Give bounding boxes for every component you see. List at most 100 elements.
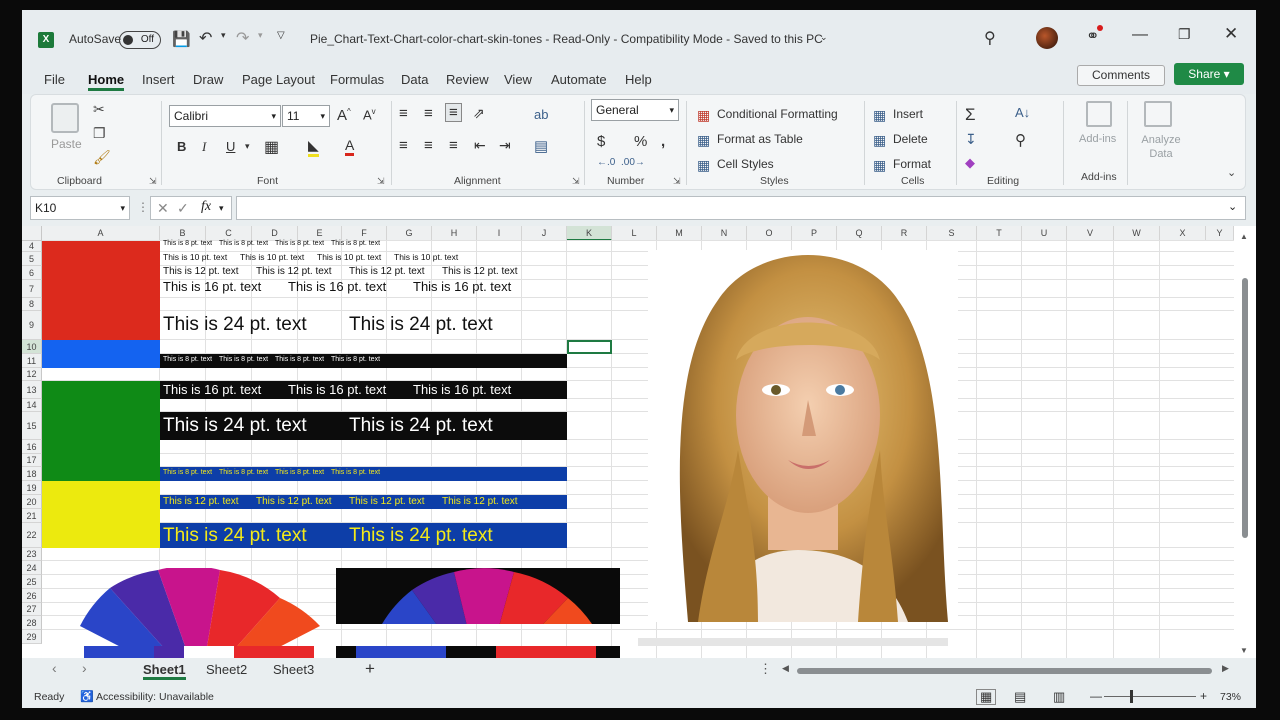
row-header-9[interactable]: 9: [22, 311, 42, 340]
column-header-s[interactable]: S: [927, 226, 977, 241]
zoom-level[interactable]: 73%: [1220, 691, 1241, 703]
menu-draw[interactable]: Draw: [193, 72, 223, 87]
percent-icon[interactable]: %: [634, 133, 647, 150]
search-icon[interactable]: ⚲: [984, 28, 996, 48]
autosum-icon[interactable]: Σ: [965, 105, 976, 125]
top-align-icon[interactable]: ≡: [399, 105, 408, 122]
align-right-icon[interactable]: ≡: [449, 137, 458, 154]
undo-icon[interactable]: ↶: [199, 28, 212, 48]
share-button[interactable]: Share ▾: [1174, 63, 1244, 85]
addins-button[interactable]: Add-ins: [1079, 133, 1116, 145]
insert-function-icon[interactable]: fx: [201, 199, 211, 215]
scroll-left-icon[interactable]: ◀: [782, 663, 789, 674]
row-header-13[interactable]: 13: [22, 381, 42, 399]
decrease-decimal-icon[interactable]: .00→: [621, 157, 645, 168]
next-sheet-icon[interactable]: ›: [82, 660, 87, 676]
menu-formulas[interactable]: Formulas: [330, 72, 384, 87]
bold-icon[interactable]: B: [177, 139, 186, 154]
number-launcher-icon[interactable]: ⇲: [673, 173, 681, 189]
row-header-7[interactable]: 7: [22, 280, 42, 298]
paste-icon[interactable]: [51, 103, 79, 133]
column-header-p[interactable]: P: [792, 226, 837, 241]
increase-indent-icon[interactable]: ⇥: [499, 137, 511, 154]
cancel-icon[interactable]: ✕: [157, 200, 169, 217]
delete-cells-button[interactable]: Delete: [893, 132, 928, 146]
zoom-slider-thumb[interactable]: [1130, 690, 1133, 703]
title-chevron-down-icon[interactable]: ⌄: [820, 32, 828, 43]
page-layout-view-icon[interactable]: ▤: [1014, 689, 1026, 705]
orientation-icon[interactable]: ⇗: [473, 105, 485, 122]
column-header-i[interactable]: I: [477, 226, 522, 241]
clear-icon[interactable]: ◆: [965, 155, 975, 171]
find-select-icon[interactable]: ⚲: [1015, 131, 1026, 149]
scroll-down-icon[interactable]: ▼: [1240, 646, 1248, 655]
insert-cells-button[interactable]: Insert: [893, 107, 923, 121]
fx-dropdown-icon[interactable]: ▾: [219, 203, 224, 214]
row-header-11[interactable]: 11: [22, 354, 42, 368]
decrease-font-icon[interactable]: Av: [363, 107, 376, 122]
copy-icon[interactable]: ❐: [93, 125, 106, 141]
select-all-corner[interactable]: [22, 226, 42, 241]
column-header-m[interactable]: M: [657, 226, 702, 241]
worksheet-grid[interactable]: ABCDEFGHIJKLMNOPQRSTUVWXY 4 5 6 7 8 9 10 11 12 13…: [22, 226, 1256, 658]
underline-icon[interactable]: U: [226, 139, 235, 154]
conditional-formatting-button[interactable]: Conditional Formatting: [717, 107, 838, 121]
column-header-y[interactable]: Y: [1206, 226, 1234, 241]
column-header-a[interactable]: A: [42, 226, 160, 241]
sort-filter-icon[interactable]: A↓: [1015, 105, 1030, 120]
column-header-t[interactable]: T: [977, 226, 1022, 241]
sheet-tab-2[interactable]: Sheet2: [206, 662, 247, 677]
row-header-8[interactable]: 8: [22, 298, 42, 311]
tab-options-icon[interactable]: ⋮: [759, 661, 772, 677]
increase-font-icon[interactable]: A^: [337, 107, 351, 124]
number-format-select[interactable]: General ▾: [591, 99, 679, 121]
merge-center-icon[interactable]: ▤: [534, 137, 548, 155]
cut-icon[interactable]: ✂: [93, 101, 105, 117]
close-icon[interactable]: ✕: [1224, 24, 1238, 44]
column-header-j[interactable]: J: [522, 226, 567, 241]
vertical-scrollbar[interactable]: [1240, 244, 1250, 644]
row-header-23[interactable]: 23: [22, 548, 42, 561]
analyze-data-icon[interactable]: [1144, 101, 1172, 127]
column-header-v[interactable]: V: [1067, 226, 1114, 241]
row-header-15[interactable]: 15: [22, 412, 42, 440]
menu-file[interactable]: File: [44, 72, 65, 87]
fill-icon[interactable]: ↧: [965, 131, 977, 148]
column-header-n[interactable]: N: [702, 226, 747, 241]
row-header-22[interactable]: 22: [22, 523, 42, 548]
column-header-b[interactable]: B: [160, 226, 206, 241]
column-header-r[interactable]: R: [882, 226, 927, 241]
analyze-data-button[interactable]: Analyze Data: [1139, 133, 1183, 161]
save-icon[interactable]: 💾: [172, 30, 191, 48]
column-header-f[interactable]: F: [342, 226, 387, 241]
row-header-25[interactable]: 25: [22, 575, 42, 589]
sheet-tab-3[interactable]: Sheet3: [273, 662, 314, 677]
wrap-text-icon[interactable]: ab: [534, 107, 548, 122]
column-header-l[interactable]: L: [612, 226, 657, 241]
menu-home[interactable]: Home: [88, 72, 125, 91]
format-cells-button[interactable]: Format: [893, 157, 931, 171]
row-header-16[interactable]: 16: [22, 440, 42, 454]
column-header-k[interactable]: K: [567, 226, 612, 241]
row-header-17[interactable]: 17: [22, 454, 42, 467]
row-header-26[interactable]: 26: [22, 589, 42, 603]
font-launcher-icon[interactable]: ⇲: [377, 173, 385, 189]
row-header-19[interactable]: 19: [22, 481, 42, 495]
zoom-out-icon[interactable]: —: [1090, 689, 1102, 703]
align-center-icon[interactable]: ≡: [424, 137, 433, 154]
alignment-launcher-icon[interactable]: ⇲: [572, 173, 580, 189]
menu-data[interactable]: Data: [401, 72, 428, 87]
addins-icon[interactable]: [1086, 101, 1112, 127]
row-header-6[interactable]: 6: [22, 266, 42, 280]
page-break-view-icon[interactable]: ▥: [1053, 689, 1065, 705]
normal-view-icon[interactable]: ▦: [976, 689, 997, 705]
selected-cell-k10[interactable]: [567, 340, 612, 354]
customize-toolbar-icon[interactable]: ▽: [277, 30, 285, 41]
row-header-20[interactable]: 20: [22, 495, 42, 509]
more-options-icon[interactable]: ⋮: [137, 200, 149, 214]
row-header-14[interactable]: 14: [22, 399, 42, 412]
comma-icon[interactable]: ,: [661, 133, 665, 150]
paste-label[interactable]: Paste: [51, 137, 82, 151]
row-header-18[interactable]: 18: [22, 467, 42, 481]
row-header-24[interactable]: 24: [22, 561, 42, 575]
